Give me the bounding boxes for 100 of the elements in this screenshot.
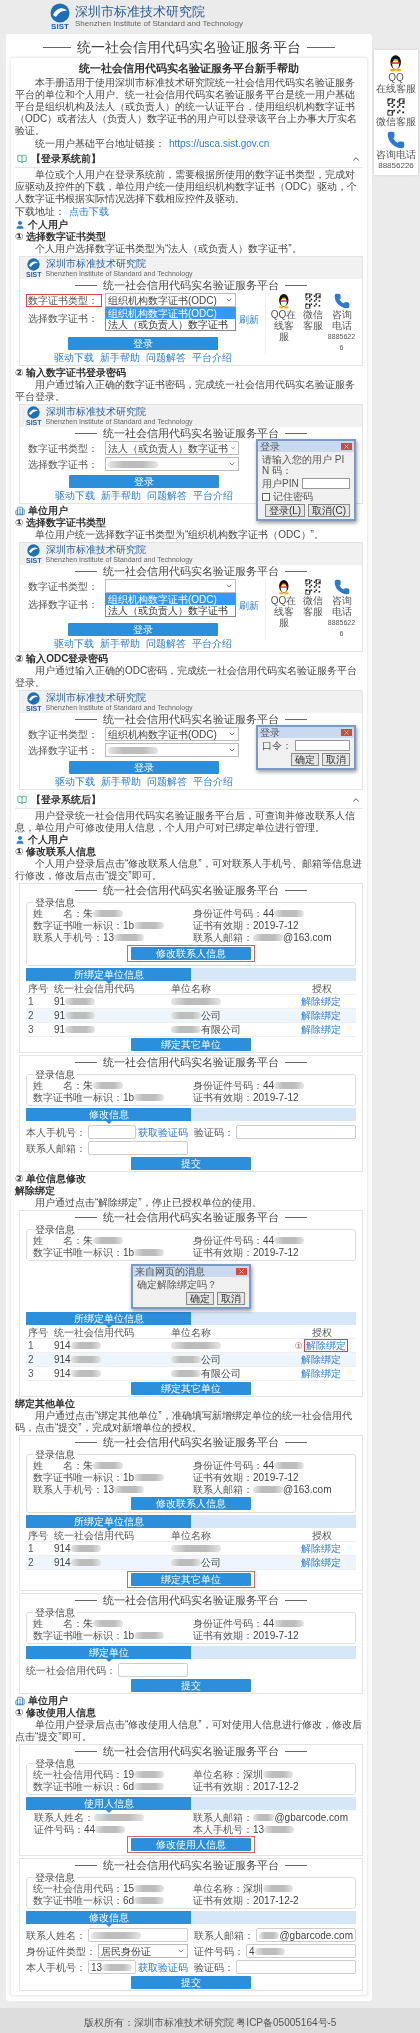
- action-button[interactable]: 绑定其它单位: [131, 1573, 251, 1586]
- blurred-value: [93, 910, 123, 917]
- dialog-button[interactable]: 确定: [291, 753, 319, 766]
- blurred-value: [93, 1620, 123, 1627]
- tab[interactable]: 所绑定单位信息: [26, 1515, 191, 1528]
- select-field[interactable]: [105, 457, 239, 471]
- tab[interactable]: 修改信息: [26, 1108, 191, 1121]
- dropdown-option[interactable]: 组织机构数字证书(ODC): [106, 308, 235, 319]
- help-link[interactable]: 平台介绍: [193, 776, 233, 787]
- input-field[interactable]: [88, 1125, 136, 1139]
- select-field[interactable]: 法人（或负责人）数字证书: [105, 441, 239, 455]
- tab[interactable]: 所绑定单位信息: [26, 968, 191, 981]
- input-field[interactable]: [236, 1960, 356, 1974]
- widget-label[interactable]: 88856226: [378, 160, 414, 171]
- help-link[interactable]: 平台介绍: [193, 490, 233, 501]
- table-header-cell-text: 授权: [311, 1327, 333, 1338]
- unbind-link[interactable]: 解除绑定: [299, 1353, 343, 1366]
- input-field[interactable]: [88, 1141, 188, 1155]
- help-link[interactable]: 新手帮助: [101, 776, 141, 787]
- unbind-link[interactable]: 解除绑定: [303, 1339, 348, 1352]
- submit-button[interactable]: 提交: [131, 1157, 251, 1170]
- help-link[interactable]: 新手帮助: [101, 490, 141, 501]
- password-field[interactable]: [295, 740, 350, 751]
- close-icon[interactable]: [343, 443, 350, 450]
- dialog-button[interactable]: 登录(L): [264, 504, 306, 517]
- contact-label: QQ在线客服: [269, 595, 298, 628]
- section-header[interactable]: 【登录系统后】: [15, 792, 363, 809]
- select-field[interactable]: 组织机构数字证书(ODC): [105, 727, 239, 741]
- input-field[interactable]: @gbarcode.com: [256, 1928, 356, 1942]
- input-field[interactable]: [118, 1663, 188, 1677]
- password-field[interactable]: [301, 478, 350, 489]
- tab[interactable]: 修改信息: [26, 1911, 191, 1924]
- action-button[interactable]: 修改联系人信息: [131, 947, 251, 960]
- intro-text: 本手册适用于使用深圳市标准技术研究院统一社会信用代码实名验证服务平台的单位和个人用户。统一社会信用代码实名验证服务平台是统一用户基础平台是组织机构及法人（或负责人）的统一认证平台，使用组织机构数字证书（ODC）或者法人（负责人）数字证书的用户可以登录该平台上办事大厅实名验证。: [15, 77, 359, 137]
- help-link[interactable]: 新手帮助: [99, 352, 140, 363]
- info-label: 数字证书唯一标识：: [33, 1895, 123, 1906]
- refresh-link[interactable]: 刷新: [239, 600, 259, 611]
- submit-button[interactable]: 提交: [131, 1976, 251, 1989]
- help-link[interactable]: 驱动下载: [55, 776, 95, 787]
- unbind-link[interactable]: 解除绑定: [299, 1023, 343, 1036]
- get-code-link[interactable]: 获取验证码: [138, 1961, 188, 1973]
- help-link[interactable]: 驱动下载: [55, 490, 95, 501]
- input-field[interactable]: 4: [246, 1944, 356, 1958]
- help-link[interactable]: 驱动下载: [53, 352, 94, 363]
- widget-label[interactable]: 微信客服: [376, 116, 416, 127]
- input-field[interactable]: [236, 1125, 356, 1139]
- unbind-link[interactable]: 解除绑定: [299, 1367, 343, 1380]
- select-field[interactable]: [105, 743, 239, 757]
- blurred-value: [253, 1486, 283, 1493]
- dialog-button[interactable]: 取消(C): [308, 504, 350, 517]
- unbind-link[interactable]: 解除绑定: [299, 995, 343, 1008]
- platform-link[interactable]: https://usca.sist.gov.cn: [169, 138, 270, 150]
- unbind-link[interactable]: 解除绑定: [299, 1542, 343, 1555]
- dialog-button[interactable]: 确定: [186, 1292, 214, 1305]
- refresh-link[interactable]: 刷新: [239, 314, 259, 325]
- select-field[interactable]: [105, 579, 236, 593]
- field-value: 1b: [123, 1472, 135, 1483]
- login-button[interactable]: 登录: [67, 623, 218, 636]
- unbind-link[interactable]: 解除绑定: [299, 1009, 343, 1022]
- login-button[interactable]: 登录: [67, 337, 218, 350]
- action-button[interactable]: 绑定其它单位: [131, 1382, 251, 1395]
- widget-label[interactable]: QQ: [388, 72, 404, 83]
- dialog-button[interactable]: 取消: [217, 1292, 245, 1305]
- action-button[interactable]: 绑定其它单位: [131, 1038, 251, 1051]
- dropdown-option[interactable]: 组织机构数字证书(ODC): [106, 594, 235, 605]
- input-field[interactable]: [88, 1928, 188, 1942]
- widget-label[interactable]: 咨询电话: [376, 149, 416, 160]
- help-link[interactable]: 驱动下载: [53, 638, 94, 649]
- tab[interactable]: 使用人信息: [26, 1797, 191, 1810]
- section-header[interactable]: 【登录系统前】: [15, 151, 363, 168]
- help-link[interactable]: 问题解答: [147, 776, 187, 787]
- help-link[interactable]: 平台介绍: [191, 352, 232, 363]
- close-icon[interactable]: [238, 1268, 245, 1275]
- table-header-cell-text: 统一社会信用代码: [53, 1327, 135, 1338]
- checkbox[interactable]: [262, 492, 270, 501]
- tab[interactable]: 绑定单位: [26, 1646, 191, 1659]
- select-field[interactable]: 居民身份证: [98, 1944, 188, 1958]
- unbind-link[interactable]: 解除绑定: [299, 1556, 343, 1569]
- widget-label[interactable]: 在线客服: [376, 83, 416, 94]
- help-link[interactable]: 新手帮助: [99, 638, 140, 649]
- help-link[interactable]: 问题解答: [145, 638, 186, 649]
- download-link[interactable]: 点击下载: [69, 206, 109, 218]
- dialog-button[interactable]: 取消: [322, 753, 350, 766]
- tab[interactable]: 所绑定单位信息: [26, 1312, 191, 1325]
- info-label: 联系人邮箱：: [193, 1484, 253, 1495]
- select-field[interactable]: 组织机构数字证书(ODC): [105, 293, 236, 307]
- close-icon[interactable]: [343, 729, 350, 736]
- help-link[interactable]: 问题解答: [147, 490, 187, 501]
- input-field[interactable]: 13: [88, 1960, 136, 1974]
- help-link[interactable]: 问题解答: [145, 352, 186, 363]
- action-button[interactable]: 修改联系人信息: [131, 1497, 251, 1510]
- login-button[interactable]: 登录: [69, 761, 219, 774]
- get-code-link[interactable]: 获取验证码: [138, 1126, 188, 1138]
- login-button[interactable]: 登录: [69, 475, 219, 488]
- blurred-value: [108, 460, 158, 468]
- blurred-value: [91, 1931, 141, 1939]
- help-link[interactable]: 平台介绍: [191, 638, 232, 649]
- action-button[interactable]: 修改使用人信息: [131, 1838, 251, 1851]
- field-value: 91: [54, 1024, 66, 1035]
- submit-button[interactable]: 提交: [131, 1679, 251, 1692]
